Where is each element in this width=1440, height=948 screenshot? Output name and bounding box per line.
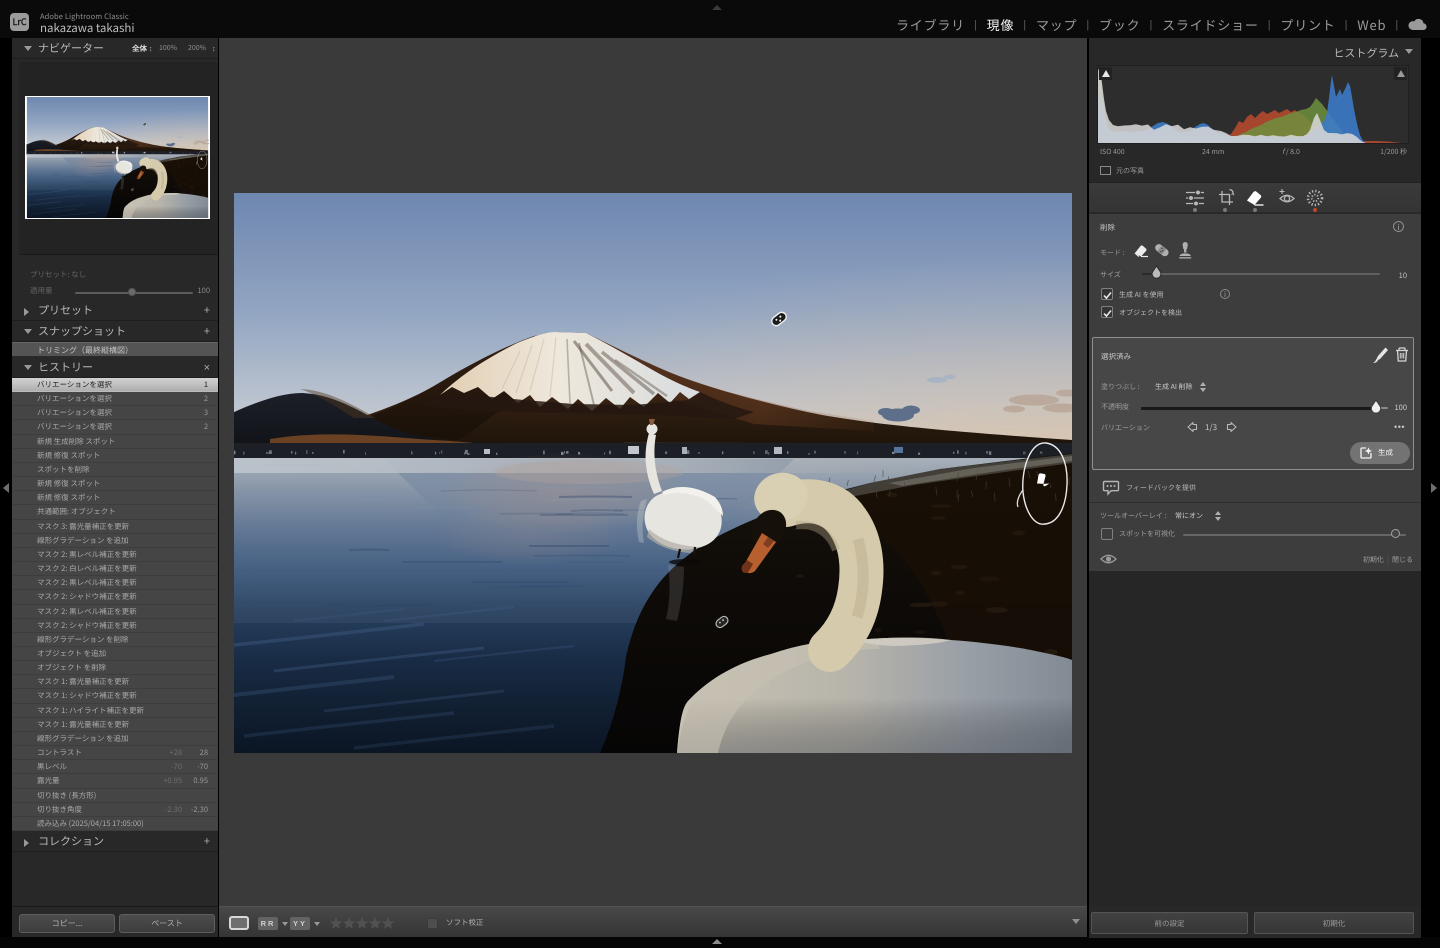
svg-text:1/3: 1/3 — [1205, 422, 1217, 433]
